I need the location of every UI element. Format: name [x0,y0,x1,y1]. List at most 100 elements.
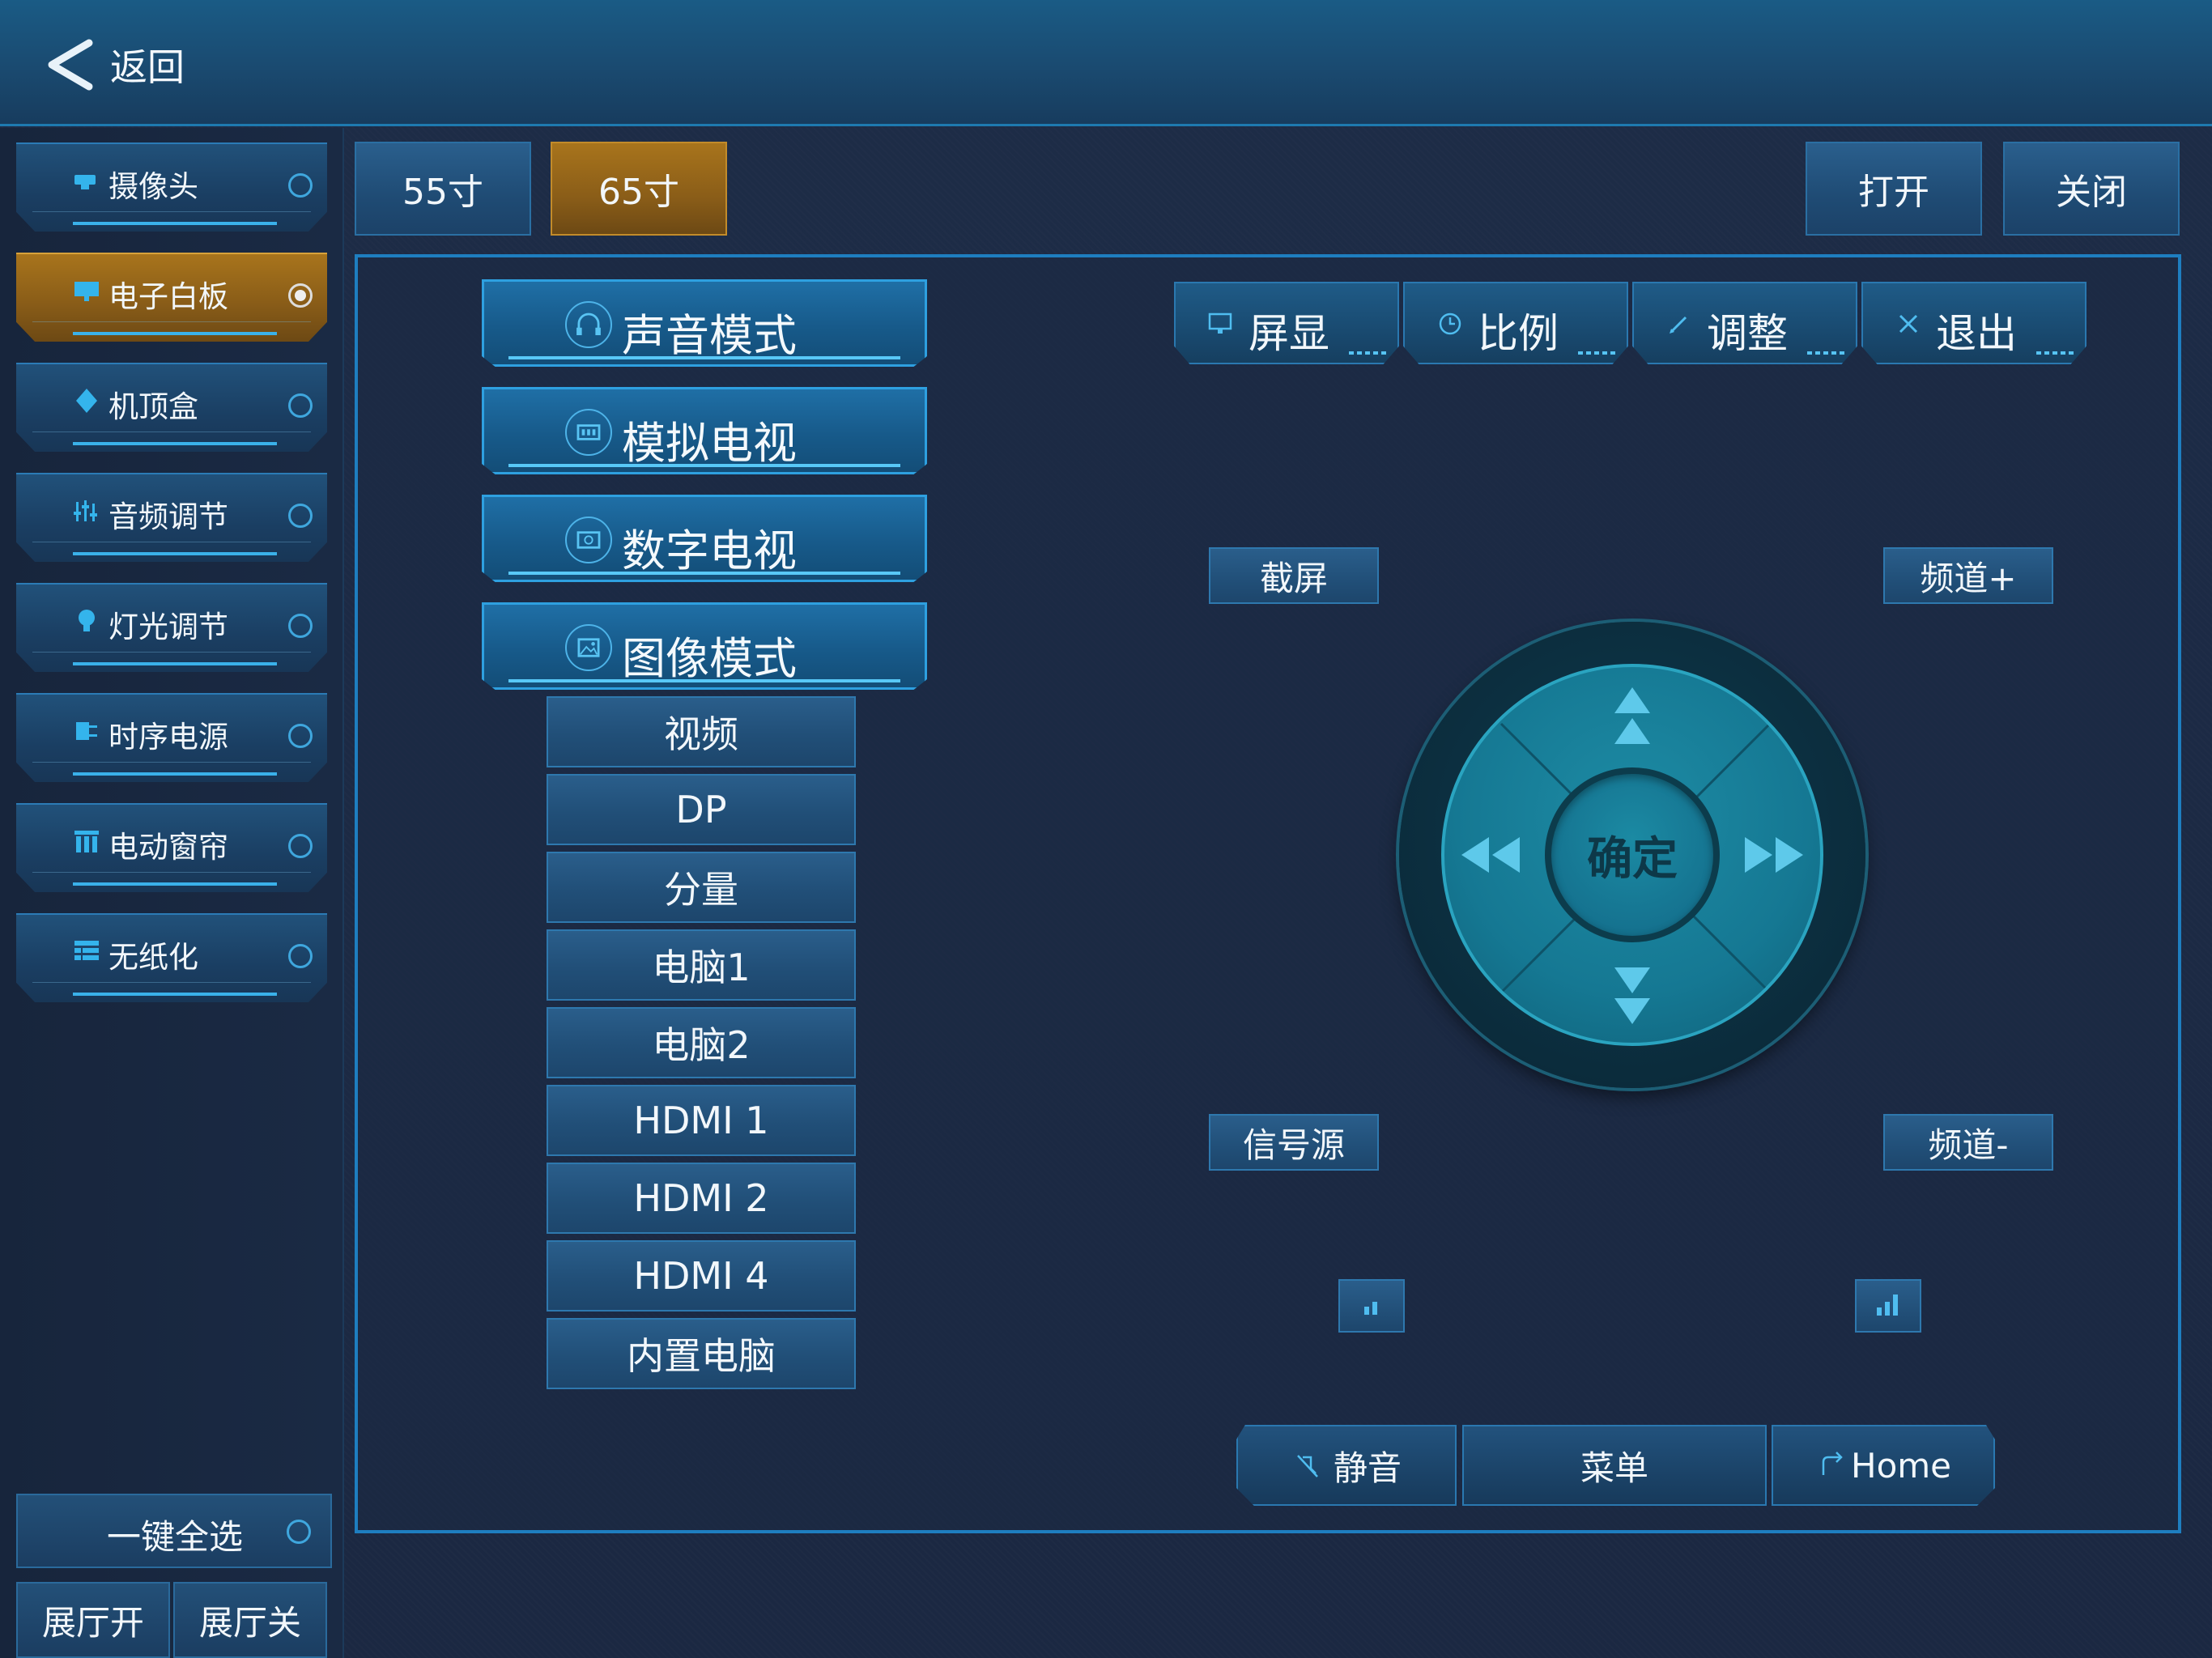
source-builtin-pc-button[interactable]: 内置电脑 [547,1318,856,1389]
sidebar-item-whiteboard[interactable]: 电子白板 [16,253,327,342]
channel-up-button[interactable]: 频道+ [1883,547,2053,604]
channel-down-button[interactable]: 频道- [1883,1114,2053,1171]
tab-ratio[interactable]: 比例 [1403,282,1628,364]
close-button[interactable]: 关闭 [2003,142,2180,236]
sidebar-item-label: 机顶盒 [108,389,198,424]
mode-digital-tv-button[interactable]: 数字电视 [482,495,927,582]
select-all-button[interactable]: 一键全选 [16,1494,332,1568]
tab-exit[interactable]: 退出 [1861,282,2087,364]
mode-label: 声音模式 [622,310,797,361]
mute-button[interactable]: 静音 [1236,1425,1457,1506]
sidebar-item-label: 音频调节 [108,500,228,534]
source-hdmi4-button[interactable]: HDMI 4 [547,1240,856,1312]
dpad-down[interactable] [1584,944,1681,1041]
mode-label: 数字电视 [622,525,797,576]
header-bar: 返回 [0,0,2212,126]
sidebar-item-label: 电子白板 [108,279,228,314]
mode-label: 图像模式 [622,633,797,684]
back-button[interactable]: 返回 [40,32,185,97]
menu-label: 菜单 [1580,1448,1648,1488]
divider [32,211,311,212]
sidebar-item-curtain[interactable]: 电动窗帘 [16,803,327,892]
sidebar-item-label: 摄像头 [108,169,198,204]
tab-label: 比例 [1478,310,1559,357]
underline-accent [73,442,277,445]
tab-adjust[interactable]: 调整 [1632,282,1857,364]
sidebar-item-paperless[interactable]: 无纸化 [16,913,327,1002]
sidebar-item-audio[interactable]: 音频调节 [16,473,327,562]
power-plug-icon [76,722,97,740]
sidebar-item-power-sequencer[interactable]: 时序电源 [16,693,327,782]
dots-decoration [1349,351,1389,355]
pencil-icon [1670,316,1687,334]
tab-label: 退出 [1936,310,2017,357]
curtain-icon [74,831,99,852]
ok-button[interactable]: 确定 [1545,767,1720,942]
underline-accent [508,464,900,467]
volume-up-button[interactable] [1855,1279,1921,1333]
underline-accent [73,222,277,225]
underline-accent [508,356,900,359]
tab-label: 屏显 [1249,310,1329,357]
sidebar-item-camera[interactable]: 摄像头 [16,142,327,232]
set-top-box-icon [76,389,97,413]
clock-icon [1439,312,1461,335]
open-button[interactable]: 打开 [1806,142,1982,236]
volume-up-icon [1877,1295,1898,1316]
source-dp-button[interactable]: DP [547,774,856,845]
size-65-button[interactable]: 65寸 [551,142,727,236]
screenshot-button[interactable]: 截屏 [1209,547,1379,604]
signal-source-button[interactable]: 信号源 [1209,1114,1379,1171]
sidebar-item-label: 无纸化 [108,940,198,975]
chevron-left-icon [48,39,93,91]
arrow-left-icon [1461,837,1520,873]
camera-icon [74,175,96,189]
ok-label: 确定 [1587,832,1678,886]
sidebar-radio [288,504,313,528]
select-all-label: 一键全选 [107,1517,244,1557]
dpad-right[interactable] [1723,806,1820,903]
digital-tv-icon [565,517,612,563]
divider [32,321,311,322]
mute-label: 静音 [1333,1448,1402,1488]
source-hdmi1-button[interactable]: HDMI 1 [547,1085,856,1156]
equalizer-icon [74,500,97,521]
dpad-up[interactable] [1584,670,1681,767]
sidebar-radio [288,173,313,198]
paperless-icon [74,941,99,960]
mode-analog-tv-button[interactable]: 模拟电视 [482,387,927,474]
volume-down-button[interactable] [1338,1279,1405,1333]
sidebar-radio [288,393,313,418]
dots-decoration [1578,351,1619,355]
tab-display[interactable]: 屏显 [1174,282,1399,364]
headphones-icon [565,301,612,348]
sidebar-radio-selected [288,283,313,308]
divider [32,982,311,983]
mode-sound-button[interactable]: 声音模式 [482,279,927,367]
display-icon [1208,312,1232,334]
select-all-radio [287,1520,311,1544]
sidebar-radio [288,944,313,968]
size-55-button[interactable]: 55寸 [355,142,531,236]
sidebar-item-lighting[interactable]: 灯光调节 [16,583,327,672]
mode-image-button[interactable]: 图像模式 [482,602,927,690]
source-video-button[interactable]: 视频 [547,696,856,767]
source-hdmi2-button[interactable]: HDMI 2 [547,1163,856,1234]
source-component-button[interactable]: 分量 [547,852,856,923]
mute-icon [1297,1455,1318,1477]
source-pc1-button[interactable]: 电脑1 [547,929,856,1001]
hall-on-button[interactable]: 展厅开 [16,1582,170,1658]
menu-button[interactable]: 菜单 [1462,1425,1767,1506]
dpad-left[interactable] [1444,806,1542,903]
divider [32,872,311,873]
home-button[interactable]: Home [1772,1425,1995,1506]
home-icon [1822,1452,1843,1475]
monitor-icon [74,282,99,301]
hall-off-button[interactable]: 展厅关 [173,1582,327,1658]
sidebar-item-set-top-box[interactable]: 机顶盒 [16,363,327,452]
sidebar-radio [288,614,313,638]
underline-accent [73,662,277,665]
underline-accent [508,572,900,575]
source-pc2-button[interactable]: 电脑2 [547,1007,856,1078]
underline-accent [73,772,277,776]
